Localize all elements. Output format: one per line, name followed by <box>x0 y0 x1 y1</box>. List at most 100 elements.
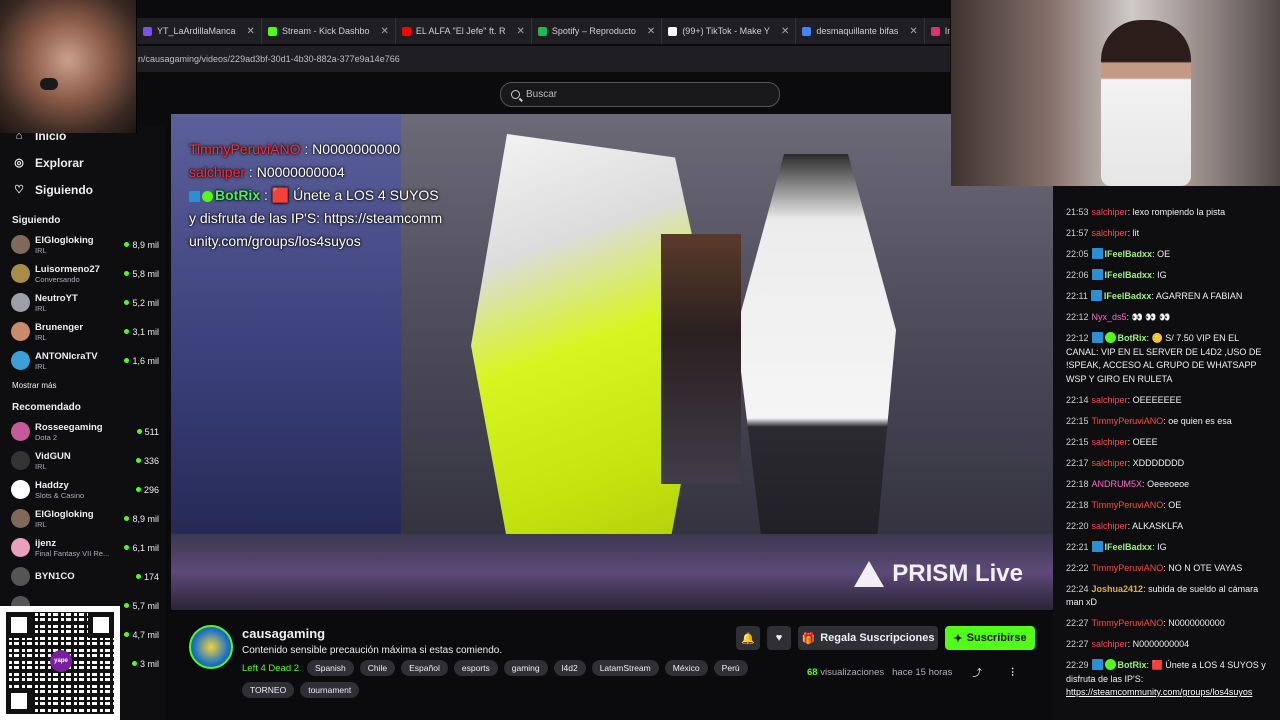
chat-username[interactable]: salchiper <box>1092 395 1128 405</box>
tag-chip[interactable]: Perú <box>713 660 748 676</box>
tag-chip[interactable]: gaming <box>503 660 548 676</box>
viewer-count: 5,7 mil <box>124 601 159 611</box>
channel-category: Slots & Casino <box>35 490 85 500</box>
browser-tab[interactable]: EL ALFA "El Jefe" ft. R ✕ <box>394 18 531 44</box>
chat-username[interactable]: salchiper <box>1092 639 1128 649</box>
browser-tab[interactable]: desmaquillante bifas ✕ <box>795 18 923 44</box>
chat-username[interactable]: Joshua2412 <box>1092 584 1144 594</box>
chat-username[interactable]: TimmyPeruviANO <box>1092 563 1164 573</box>
follow-heart-button[interactable]: ♥ <box>767 626 791 650</box>
chat-username[interactable]: TimmyPeruviANO <box>1092 500 1164 510</box>
subscribe-button[interactable]: ✦ Suscribirse <box>945 626 1035 650</box>
tag-chip[interactable]: tournament <box>300 682 360 698</box>
chat-username[interactable]: ANDRUM5X <box>1092 479 1143 489</box>
microphone <box>40 78 58 90</box>
channel-category: Conversando <box>35 274 80 284</box>
avatar <box>11 293 30 312</box>
avatar <box>11 264 30 283</box>
tag-chip[interactable]: México <box>664 660 708 676</box>
browser-tab[interactable]: Instagram <box>923 18 950 44</box>
browser-tab[interactable]: YT_LaArdillaManca ✕ <box>136 18 261 44</box>
tag-chip[interactable]: Spanish <box>307 660 354 676</box>
sidebar-channel[interactable]: Rosseegaming Dota 2 511 <box>0 417 165 446</box>
close-icon[interactable]: ✕ <box>781 26 789 37</box>
sidebar-channel[interactable]: ijenz Final Fantasy VII Re... 6,1 mil <box>0 533 165 562</box>
browser-tab[interactable]: Stream - Kick Dashbo ✕ <box>260 18 395 44</box>
sidebar-channel[interactable]: Brunenger IRL 3,1 mil <box>0 317 165 346</box>
channel-category: IRL <box>35 245 47 255</box>
close-icon[interactable]: ✕ <box>909 26 917 37</box>
tag-chip[interactable]: LatamStream <box>591 660 659 676</box>
sidebar-channel[interactable]: NeutroYT IRL 5,2 mil <box>0 288 165 317</box>
chat-username[interactable]: salchiper <box>1092 458 1128 468</box>
viewer-count: 5,2 mil <box>124 298 159 308</box>
channel-info: Haddzy Slots & Casino <box>35 480 136 500</box>
sidebar-channel[interactable]: Luisormeno27 Conversando 5,8 mil <box>0 259 165 288</box>
sidebar-channel[interactable]: BYN1CO 174 <box>0 562 165 591</box>
viewer-count: 3,1 mil <box>124 327 159 337</box>
overlay-username: BotRix <box>215 187 261 203</box>
tab-label: EL ALFA "El Jefe" ft. R <box>415 26 506 36</box>
share-icon[interactable]: ⤴ <box>972 665 982 679</box>
chat-username[interactable]: BotRix <box>1118 660 1147 670</box>
verified-badge-icon <box>1104 332 1116 343</box>
tag-chip[interactable]: Español <box>401 660 448 676</box>
channel-avatar[interactable] <box>189 625 233 669</box>
avatar <box>11 422 30 441</box>
show-more-link[interactable]: Mostrar más <box>0 375 165 396</box>
address-bar[interactable]: n/causagaming/videos/229ad3bf-30d1-4b30-… <box>136 46 950 72</box>
avatar <box>11 538 30 557</box>
video-player[interactable]: TimmyPeruviANO : N0000000000 salchiper : … <box>171 114 1053 610</box>
chat-message: 22:17 salchiper: XDDDDDDD <box>1066 457 1185 468</box>
qr-finder <box>6 688 32 714</box>
views-count: 68 <box>807 666 818 678</box>
close-icon[interactable]: ✕ <box>647 26 655 37</box>
tag-chip[interactable]: esports <box>453 660 498 676</box>
channel-name: Haddzy <box>35 479 69 491</box>
chat-username[interactable]: Nyx_ds5 <box>1092 312 1127 322</box>
chat-username[interactable]: salchiper <box>1092 521 1128 531</box>
chat-username[interactable]: IFeelBadxx <box>1105 270 1153 280</box>
chat-username[interactable]: IFeelBadxx <box>1104 291 1152 301</box>
qr-finder <box>6 612 32 638</box>
tab-favicon <box>668 26 678 36</box>
sidebar-channel[interactable]: VidGUN IRL 336 <box>0 446 165 475</box>
close-icon[interactable]: ✕ <box>380 26 388 37</box>
channel-name: Rosseegaming <box>35 421 103 433</box>
star-icon: ✦ <box>953 632 963 645</box>
chat-link[interactable]: https://steamcommunity.com/groups/los4su… <box>1066 687 1252 697</box>
chat-username[interactable]: salchiper <box>1092 228 1128 238</box>
chat-username[interactable]: salchiper <box>1092 207 1128 217</box>
chat-username[interactable]: BotRix <box>1118 333 1147 343</box>
category-link[interactable]: Left 4 Dead 2 <box>242 663 299 674</box>
channel-name[interactable]: causagaming <box>242 626 325 641</box>
sidebar-nav-explorar[interactable]: ◎ Explorar <box>0 149 165 176</box>
nav-label: Explorar <box>35 155 84 170</box>
browser-tab[interactable]: (99+) TikTok - Make Y ✕ <box>661 18 795 44</box>
close-icon[interactable]: ✕ <box>516 26 524 37</box>
chat-username[interactable]: IFeelBadxx <box>1105 249 1153 259</box>
sidebar-channel[interactable]: ElGlogloking IRL 8,9 mil <box>0 504 165 533</box>
browser-tab[interactable]: Spotify – Reproducto ✕ <box>530 18 661 44</box>
overlay-text: N0000000000 <box>312 141 401 157</box>
chat-username[interactable]: TimmyPeruviANO <box>1092 416 1164 426</box>
facecam-overlay-left <box>0 0 137 133</box>
notification-bell-button[interactable]: 🔔 <box>736 626 760 650</box>
sidebar-channel[interactable]: ElGlogloking IRL 8,9 mil <box>0 230 165 259</box>
channel-name: BYN1CO <box>35 571 75 582</box>
channel-info: Brunenger IRL <box>35 322 124 342</box>
search-box[interactable]: Buscar <box>500 82 780 107</box>
tag-chip[interactable]: TORNEO <box>242 682 295 698</box>
sidebar-nav-siguiendo[interactable]: ♡ Siguiendo <box>0 176 165 203</box>
sidebar-channel[interactable]: ANTONIcraTV IRL 1,6 mil <box>0 346 165 375</box>
chat-username[interactable]: IFeelBadxx <box>1105 542 1153 552</box>
close-icon[interactable]: ✕ <box>247 26 255 37</box>
viewer-count-value: 1,6 mil <box>132 355 159 366</box>
more-options-icon[interactable]: ⋮ <box>1008 667 1018 678</box>
chat-username[interactable]: TimmyPeruviANO <box>1092 618 1164 628</box>
tag-chip[interactable]: Chile <box>359 660 396 676</box>
sidebar-channel[interactable]: Haddzy Slots & Casino 296 <box>0 475 165 504</box>
tag-chip[interactable]: l4d2 <box>553 660 586 676</box>
gift-subs-button[interactable]: 🎁 Regala Suscripciones <box>798 626 938 650</box>
chat-username[interactable]: salchiper <box>1092 437 1128 447</box>
